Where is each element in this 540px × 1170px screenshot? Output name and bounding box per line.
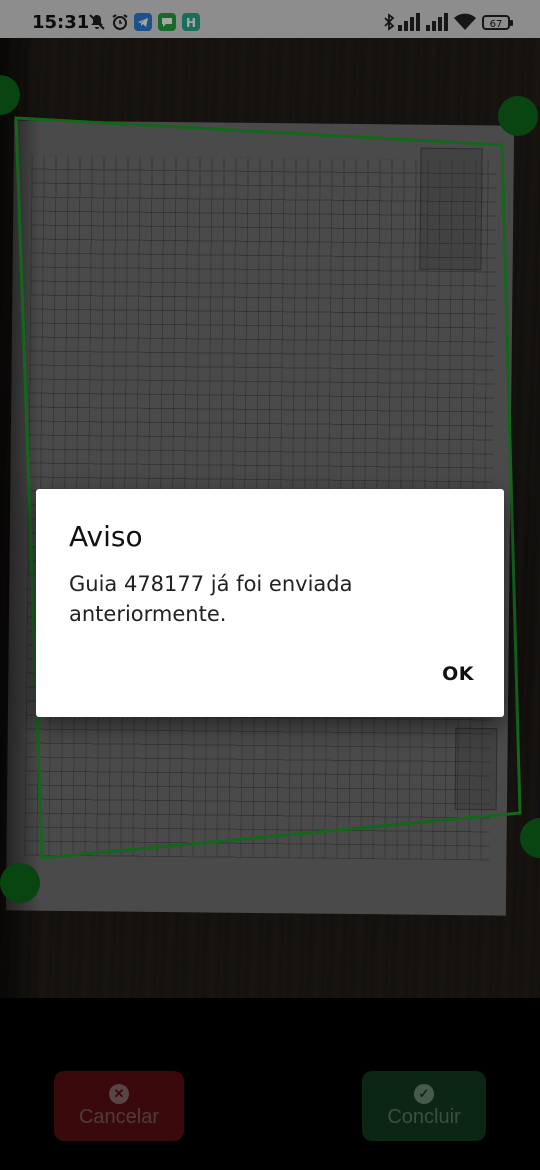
dialog-message: Guia 478177 já foi enviada anteriormente… — [69, 572, 353, 626]
ok-button[interactable]: OK — [442, 663, 474, 685]
dialog-title: Aviso — [69, 520, 143, 553]
alert-dialog: Aviso Guia 478177 já foi enviada anterio… — [36, 489, 504, 717]
